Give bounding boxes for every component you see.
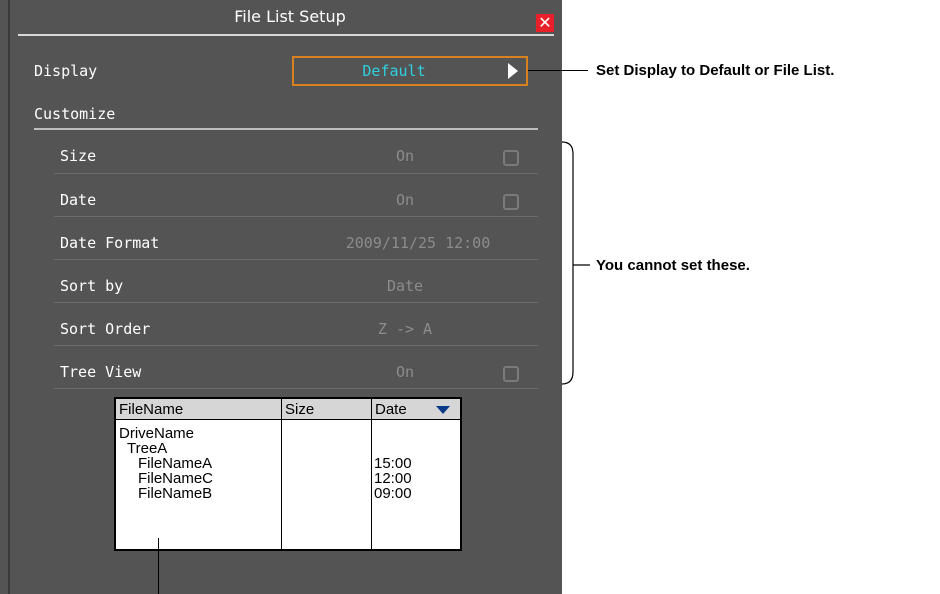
row-divider xyxy=(54,259,538,260)
column-header-date: Date xyxy=(372,399,460,420)
date-value: On xyxy=(395,191,415,209)
size-label: Size xyxy=(60,147,97,165)
preview-file-name: FileNameB xyxy=(138,485,213,502)
disabled-settings-bracket xyxy=(561,141,590,385)
tree-view-checkbox xyxy=(503,366,519,382)
date-format-label: Date Format xyxy=(60,234,160,252)
tree-view-label: Tree View xyxy=(60,363,142,381)
file-list-preview: FileName Size Date DriveName TreeA FileN… xyxy=(114,397,462,551)
preview-file-date: 15:00 xyxy=(374,455,412,472)
sort-by-value: Date xyxy=(386,277,424,295)
date-checkbox xyxy=(503,194,519,210)
tree-view-value: On xyxy=(395,363,415,381)
right-arrow-icon xyxy=(508,63,518,79)
preview-file-name: FileNameA xyxy=(138,455,213,472)
title-divider xyxy=(18,34,554,36)
date-label: Date xyxy=(60,191,97,209)
display-value: Default xyxy=(362,62,426,80)
column-header-size: Size xyxy=(282,399,372,420)
sort-order-value: Z -> A xyxy=(377,320,433,338)
row-divider xyxy=(54,388,538,389)
preview-tree-name: TreeA xyxy=(127,440,168,457)
column-divider xyxy=(281,399,282,549)
row-divider xyxy=(54,216,538,217)
sort-by-label: Sort by xyxy=(60,277,124,295)
customize-label: Customize xyxy=(34,105,116,123)
row-divider xyxy=(54,345,538,346)
row-divider xyxy=(54,302,538,303)
column-divider xyxy=(371,399,372,549)
preview-callout-line xyxy=(158,538,159,594)
row-divider xyxy=(54,173,538,174)
preview-file-name: FileNameC xyxy=(138,470,214,487)
disabled-settings-callout-text: You cannot set these. xyxy=(596,257,750,274)
preview-file-date: 12:00 xyxy=(374,470,412,487)
preview-file-date: 09:00 xyxy=(374,485,412,502)
display-callout-line xyxy=(528,70,588,71)
column-header-date-label: Date xyxy=(375,401,407,418)
preview-drive-name: DriveName xyxy=(119,425,195,442)
sort-down-icon xyxy=(436,406,450,414)
column-header-filename: FileName xyxy=(116,399,282,420)
size-value: On xyxy=(395,147,415,165)
display-callout-text: Set Display to Default or File List. xyxy=(596,62,835,79)
customize-divider xyxy=(34,128,538,130)
size-checkbox xyxy=(503,150,519,166)
date-format-value: 2009/11/25 12:00 xyxy=(345,234,491,252)
file-list-setup-dialog: File List Setup ✕ Display Default Custom… xyxy=(0,0,562,594)
display-label: Display xyxy=(34,62,98,80)
dialog-left-border xyxy=(8,0,10,594)
display-selector[interactable]: Default xyxy=(292,56,528,86)
dialog-title: File List Setup xyxy=(234,7,346,26)
sort-order-label: Sort Order xyxy=(60,320,151,338)
close-icon[interactable]: ✕ xyxy=(536,14,554,32)
